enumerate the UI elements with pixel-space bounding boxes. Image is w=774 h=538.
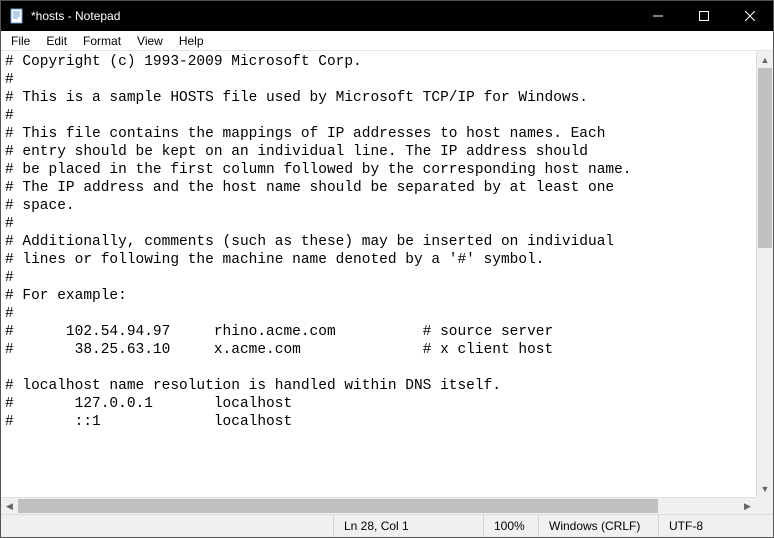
statusbar: Ln 28, Col 1 100% Windows (CRLF) UTF-8 (1, 514, 773, 537)
menu-format[interactable]: Format (75, 32, 129, 50)
status-position: Ln 28, Col 1 (333, 515, 483, 537)
titlebar[interactable]: *hosts - Notepad (1, 1, 773, 31)
status-zoom: 100% (483, 515, 538, 537)
status-spacer (1, 515, 333, 537)
scroll-right-arrow-icon[interactable]: ▶ (739, 498, 756, 515)
vertical-scrollbar[interactable]: ▲ ▼ (756, 51, 773, 497)
menu-help[interactable]: Help (171, 32, 212, 50)
minimize-button[interactable] (635, 1, 681, 31)
horizontal-scrollbar[interactable]: ◀ ▶ (1, 497, 756, 514)
scroll-left-arrow-icon[interactable]: ◀ (1, 498, 18, 515)
status-encoding: UTF-8 (658, 515, 773, 537)
horizontal-scroll-row: ◀ ▶ (1, 497, 773, 514)
notepad-window: *hosts - Notepad File Edit Format View H… (0, 0, 774, 538)
horizontal-scroll-thumb[interactable] (18, 499, 658, 513)
text-editor[interactable]: # Copyright (c) 1993-2009 Microsoft Corp… (1, 51, 756, 497)
menu-view[interactable]: View (129, 32, 171, 50)
menu-file[interactable]: File (3, 32, 38, 50)
menubar: File Edit Format View Help (1, 31, 773, 51)
maximize-button[interactable] (681, 1, 727, 31)
window-title: *hosts - Notepad (31, 9, 120, 23)
horizontal-scroll-track[interactable] (18, 498, 739, 514)
close-button[interactable] (727, 1, 773, 31)
menu-edit[interactable]: Edit (38, 32, 75, 50)
vertical-scroll-thumb[interactable] (758, 68, 772, 248)
scroll-up-arrow-icon[interactable]: ▲ (757, 51, 773, 68)
scrollbar-corner (756, 497, 773, 514)
notepad-icon (9, 8, 25, 24)
scroll-down-arrow-icon[interactable]: ▼ (757, 480, 773, 497)
status-line-ending: Windows (CRLF) (538, 515, 658, 537)
editor-area: # Copyright (c) 1993-2009 Microsoft Corp… (1, 51, 773, 497)
